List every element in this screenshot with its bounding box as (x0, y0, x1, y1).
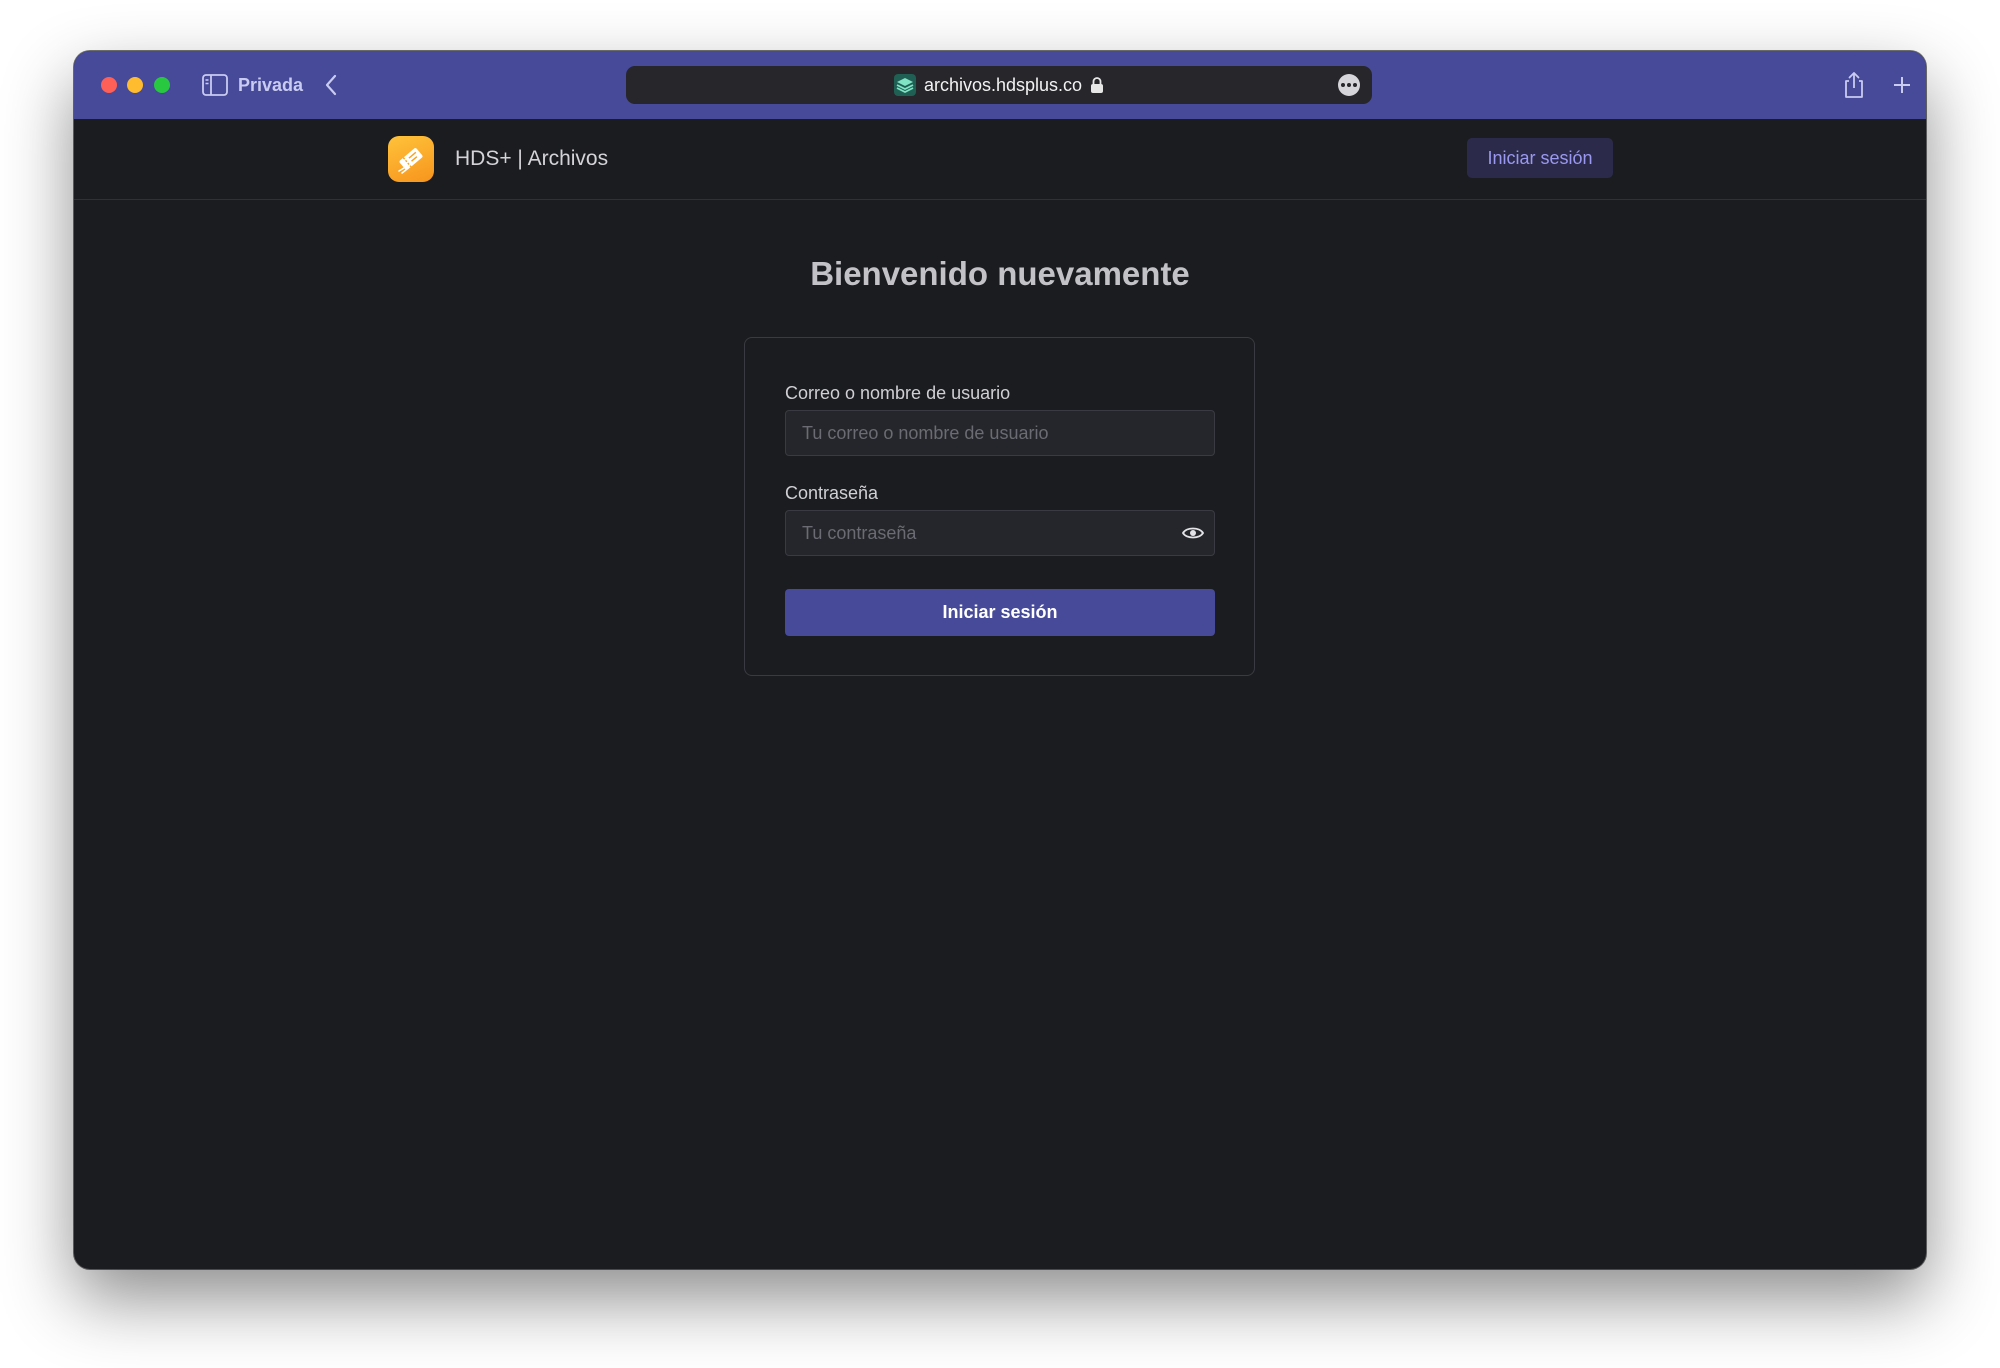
new-tab-plus-icon[interactable] (1889, 71, 1915, 99)
minimize-window-button[interactable] (127, 77, 143, 93)
private-browsing-label: Privada (238, 75, 304, 95)
lock-icon (1091, 77, 1104, 93)
zoom-window-button[interactable] (154, 77, 170, 93)
app-title: HDS+ | Archivos (455, 147, 609, 170)
login-form: Correo o nombre de usuario Contraseña In… (744, 337, 1255, 676)
address-bar[interactable]: archivos.hdsplus.co (626, 66, 1372, 104)
password-label: Contraseña (785, 483, 879, 503)
site-favicon-icon (893, 74, 916, 96)
close-window-button[interactable] (101, 77, 117, 93)
username-input[interactable] (785, 410, 1215, 456)
page-title: Bienvenido nuevamente (810, 255, 1190, 292)
url-text: archivos.hdsplus.co (923, 74, 1083, 95)
username-label: Correo o nombre de usuario (785, 383, 1011, 403)
sidebar-toggle-icon[interactable] (202, 74, 228, 96)
login-submit-button[interactable]: Iniciar sesión (785, 589, 1215, 636)
browser-window: Privada archivos.hdsplus.co HDS+ | Archi… (74, 51, 1926, 1269)
ticket-icon[interactable] (388, 136, 434, 182)
password-input[interactable] (785, 510, 1215, 556)
share-icon[interactable] (1841, 71, 1867, 99)
back-chevron-icon[interactable] (323, 73, 339, 97)
browser-toolbar: Privada archivos.hdsplus.co (74, 51, 1926, 119)
app-header: HDS+ | Archivos Iniciar sesión (74, 119, 1926, 200)
header-login-button[interactable]: Iniciar sesión (1467, 138, 1613, 178)
eye-icon[interactable] (1182, 525, 1204, 541)
more-options-icon[interactable] (1338, 74, 1360, 96)
